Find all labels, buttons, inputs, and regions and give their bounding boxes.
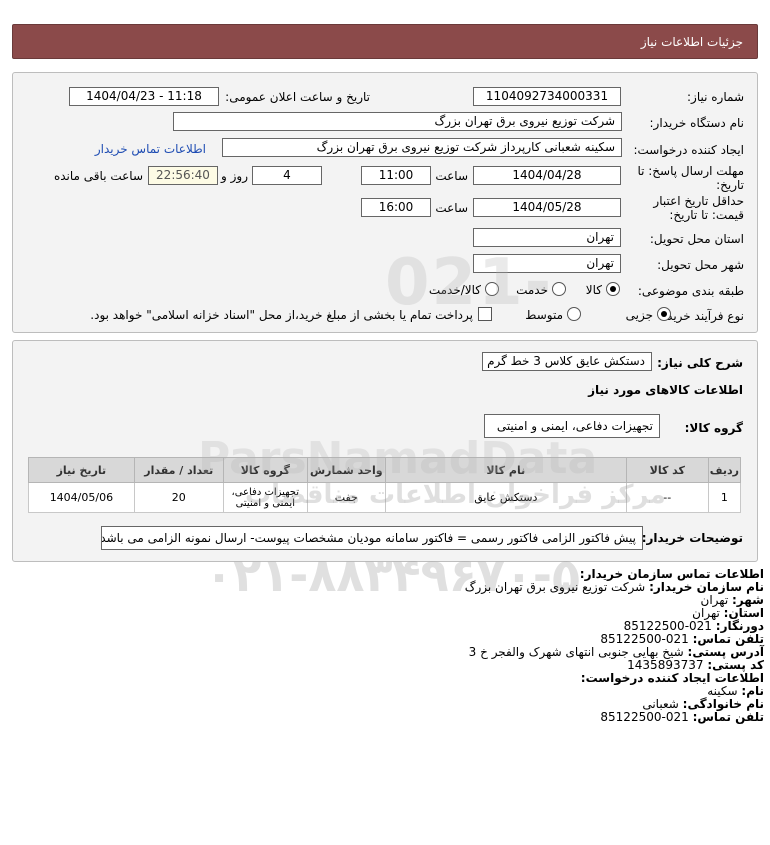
contact-address-label: آدرس پستی:	[687, 645, 764, 659]
creator-name-label: نام:	[741, 684, 764, 698]
contact-city-label: شهر:	[732, 593, 764, 607]
creator-name-value: سکینه	[707, 684, 738, 698]
category-option-goods: کالا	[585, 283, 602, 297]
announce-label: تاریخ و ساعت اعلان عمومی:	[225, 90, 370, 104]
category-radio-goods-service[interactable]	[485, 282, 499, 296]
col-code: کد کالا	[625, 457, 709, 483]
contact-province-value: تهران	[692, 606, 720, 620]
contact-phone-label: تلفن تماس:	[692, 632, 764, 646]
category-radio-service[interactable]	[552, 282, 566, 296]
items-title: اطلاعات کالاهای مورد نیاز	[588, 383, 743, 397]
days-field: 4	[252, 166, 322, 185]
deadline-label-line1: مهلت ارسال پاسخ: تا	[637, 164, 744, 178]
validity-date-field: 1404/05/28	[473, 198, 621, 217]
contact-address-value: شیخ بهایی جنوبی انتهای شهرک والفجر خ 3	[468, 645, 684, 659]
deadline-time-field: 11:00	[361, 166, 431, 185]
need-summary-label: شرح کلی نیاز:	[657, 356, 743, 370]
buyer-field: شرکت توزیع نیروی برق تهران بزرگ	[173, 112, 622, 131]
cell-name: دستکش عایق	[384, 482, 627, 513]
items-table: ردیف کد کالا نام کالا واحد شمارش گروه کا…	[28, 457, 742, 513]
cell-qty: 20	[133, 482, 224, 513]
need-number-label: شماره نیاز:	[687, 90, 744, 104]
col-group: گروه کالا	[222, 457, 308, 483]
days-label: روز و	[221, 169, 248, 183]
need-summary-field: دستکش عایق کلاس 3 خط گرم	[482, 352, 652, 371]
table-row: 1 -- دستکش عایق جفت تجهیزات دفاعی، ایمنی…	[28, 482, 742, 513]
creator-label: ایجاد کننده درخواست:	[633, 143, 744, 157]
buyer-label: نام دستگاه خریدار:	[649, 116, 745, 130]
remaining-label: ساعت باقی مانده	[53, 169, 143, 183]
creator-family-value: شعبانی	[642, 697, 679, 711]
contact-postal-label: کد پستی:	[707, 658, 764, 672]
col-qty: تعداد / مقدار	[133, 457, 224, 483]
city-label: شهر محل تحویل:	[657, 258, 744, 272]
goods-group-label: گروه کالا:	[684, 421, 743, 435]
category-option-service: خدمت	[516, 283, 548, 297]
category-label: طبقه بندی موضوعی:	[637, 284, 744, 298]
creator-phone-label: تلفن تماس:	[692, 710, 764, 724]
process-radio-minor[interactable]	[657, 307, 671, 321]
cell-code: --	[625, 482, 709, 513]
treasury-payment-checkbox[interactable]	[478, 307, 492, 321]
contact-fax-value: 021-85122500	[623, 619, 712, 633]
category-option-goods-service: کالا/خدمت	[428, 283, 481, 297]
contact-postal-value: 1435893737	[627, 658, 704, 672]
validity-time-field: 16:00	[361, 198, 431, 217]
validity-label-line1: حداقل تاریخ اعتبار	[653, 194, 744, 208]
province-field: تهران	[473, 228, 621, 247]
contact-province-label: استان:	[723, 606, 764, 620]
col-row: ردیف	[707, 457, 742, 483]
deadline-label: مهلت ارسال پاسخ: تا تاریخ:	[637, 164, 744, 192]
contact-org-value: شرکت توزیع نیروی برق تهران بزرگ	[464, 580, 646, 594]
validity-label: حداقل تاریخ اعتبار قیمت: تا تاریخ:	[653, 194, 744, 222]
need-number-field: 1104092734000331	[473, 87, 621, 106]
city-field: تهران	[473, 254, 621, 273]
validity-time-label: ساعت	[435, 201, 468, 215]
cell-date: 1404/05/06	[28, 482, 135, 513]
process-option-minor: جزیی	[625, 308, 653, 322]
cell-row: 1	[707, 482, 742, 513]
page-title: جزئیات اطلاعات نیاز	[640, 35, 743, 49]
buyer-contact-link[interactable]: اطلاعات تماس خریدار	[95, 142, 206, 156]
deadline-date-field: 1404/04/28	[473, 166, 621, 185]
items-table-header: ردیف کد کالا نام کالا واحد شمارش گروه کا…	[28, 457, 742, 483]
deadline-time-label: ساعت	[435, 169, 468, 183]
contact-fax-label: دورنگار:	[715, 619, 764, 633]
col-date: تاریخ نیاز	[28, 457, 135, 483]
validity-label-line2: قیمت: تا تاریخ:	[669, 208, 744, 222]
creator-phone-value: 021-85122500	[600, 710, 689, 724]
process-radio-medium[interactable]	[567, 307, 581, 321]
contact-org-label: نام سازمان خریدار:	[649, 580, 764, 594]
announce-field: 1404/04/23 - 11:18	[69, 87, 219, 106]
contact-section: اطلاعات تماس سازمان خریدار: نام سازمان خ…	[465, 568, 764, 724]
treasury-payment-note: پرداخت تمام یا بخشی از مبلغ خرید،از محل …	[90, 308, 473, 322]
category-radio-goods[interactable]	[606, 282, 620, 296]
province-label: استان محل تحویل:	[649, 232, 744, 246]
process-label: نوع فرآیند خرید :	[659, 309, 744, 323]
creator-phone-row: تلفن تماس: 021-85122500	[465, 711, 764, 724]
col-unit: واحد شمارش	[306, 457, 386, 483]
creator-family-label: نام خانوادگی:	[682, 697, 764, 711]
page-header: جزئیات اطلاعات نیاز	[12, 24, 758, 59]
contact-city-value: تهران	[700, 593, 729, 607]
goods-group-field: تجهیزات دفاعی، ایمنی و امنیتی	[484, 414, 660, 438]
col-name: نام کالا	[384, 457, 627, 483]
contact-phone-value: 021-85122500	[600, 632, 689, 646]
cell-group: تجهیزات دفاعی، ایمنی و امنیتی	[222, 482, 308, 513]
cell-unit: جفت	[306, 482, 386, 513]
remaining-time-field: 22:56:40	[148, 166, 218, 185]
deadline-label-line2: تاریخ:	[716, 178, 744, 192]
buyer-notes-label: توضیحات خریدار:	[641, 531, 743, 545]
creator-field: سکینه شعبانی کارپرداز شرکت توزیع نیروی ب…	[222, 138, 622, 157]
buyer-notes-field: پیش فاکتور الزامی فاکتور رسمی = فاکتور س…	[101, 526, 643, 550]
process-option-medium: متوسط	[525, 308, 563, 322]
